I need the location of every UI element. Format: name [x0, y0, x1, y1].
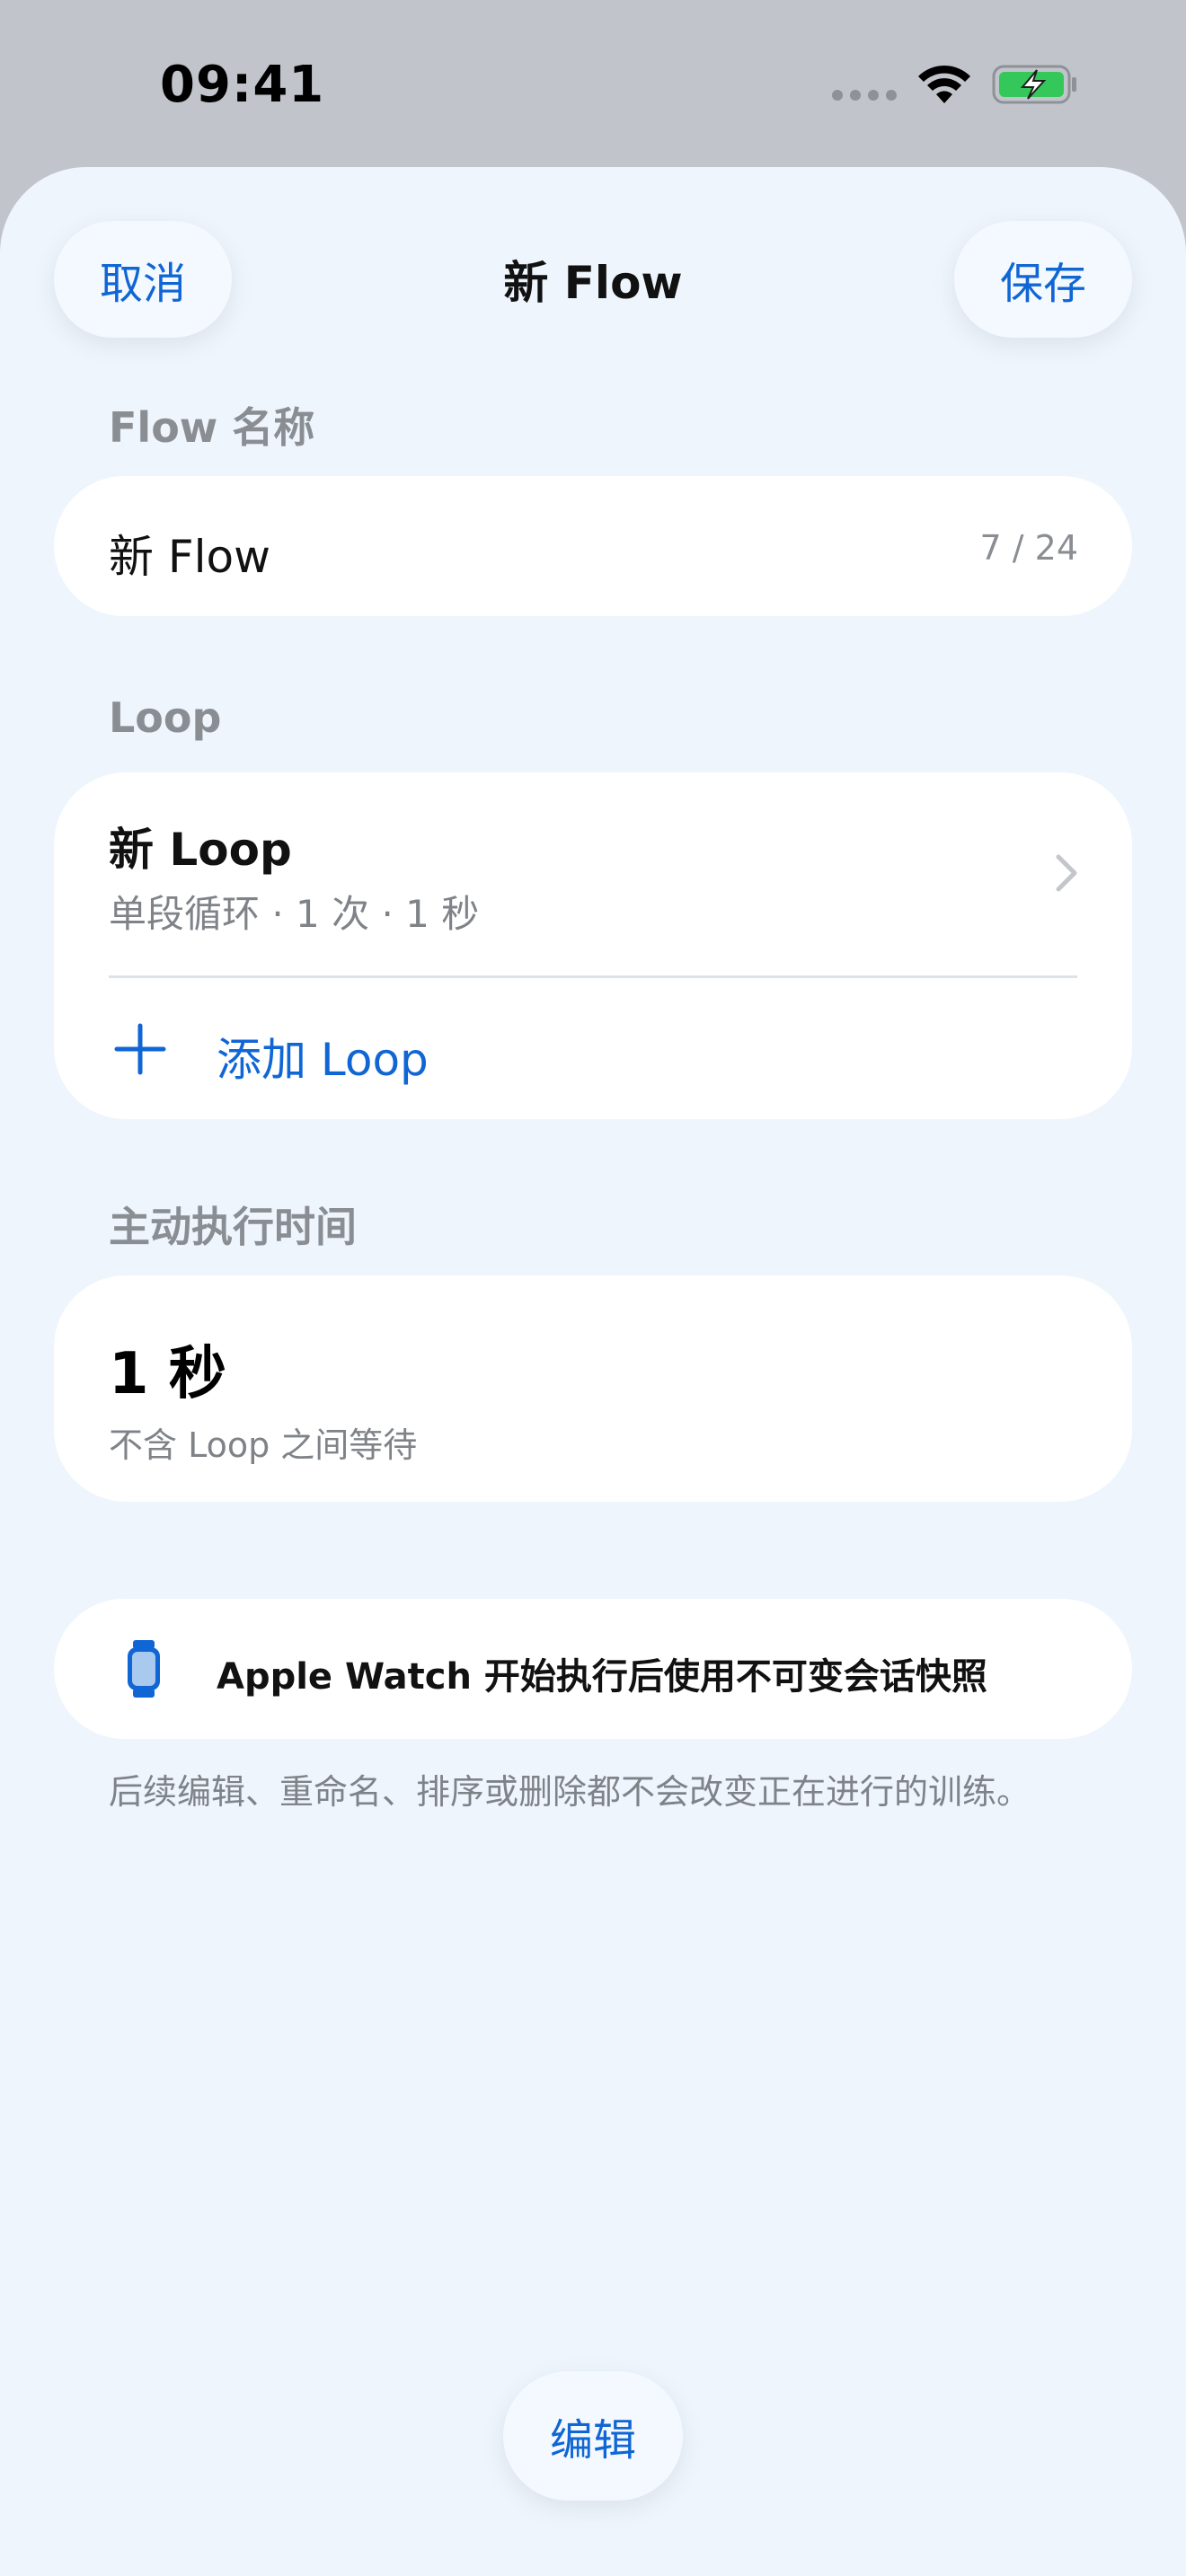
save-button[interactable]: 保存: [954, 221, 1132, 338]
watch-icon: [126, 1640, 162, 1701]
plus-icon: [113, 1022, 167, 1080]
active-time-value: 1 秒: [109, 1341, 226, 1407]
active-time-note: 不含 Loop 之间等待: [109, 1425, 418, 1465]
loop-row[interactable]: 新 Loop 单段循环 · 1 次 · 1 秒: [54, 772, 1132, 975]
divider: [109, 975, 1077, 978]
loop-subtitle: 单段循环 · 1 次 · 1 秒: [109, 892, 480, 936]
add-loop-label: 添加 Loop: [217, 1034, 429, 1086]
active-time-card: 1 秒 不含 Loop 之间等待: [54, 1275, 1132, 1502]
loop-list: 新 Loop 单段循环 · 1 次 · 1 秒 添加 Loop: [54, 772, 1132, 1119]
loop-section-label: Loop: [109, 693, 222, 742]
chevron-right-icon: [1055, 853, 1078, 896]
watch-notice-footnote: 后续编辑、重命名、排序或删除都不会改变正在进行的训练。: [109, 1772, 1031, 1812]
status-icons: [832, 63, 1078, 110]
page-title: 新 Flow: [503, 257, 683, 309]
signal-icon: [832, 90, 897, 101]
sheet: 取消 新 Flow 保存 Flow 名称 新 Flow 7 / 24 Loop …: [0, 167, 1186, 2576]
flow-name-section-label: Flow 名称: [109, 403, 315, 452]
character-count: 7 / 24: [979, 528, 1079, 568]
loop-title: 新 Loop: [109, 824, 292, 876]
wifi-icon: [916, 64, 972, 109]
flow-name-value[interactable]: 新 Flow: [109, 521, 270, 586]
status-bar: 09:41: [0, 0, 1186, 171]
add-loop-button[interactable]: 添加 Loop: [54, 979, 1132, 1119]
watch-notice-text: Apple Watch 开始执行后使用不可变会话快照: [217, 1656, 987, 1698]
battery-charging-icon: [992, 63, 1078, 110]
status-time: 09:41: [160, 56, 325, 114]
watch-notice-card: Apple Watch 开始执行后使用不可变会话快照: [54, 1599, 1132, 1739]
active-time-section-label: 主动执行时间: [109, 1203, 357, 1251]
edit-button[interactable]: 编辑: [503, 2371, 683, 2501]
flow-name-field[interactable]: 新 Flow 7 / 24: [54, 476, 1132, 616]
cancel-button[interactable]: 取消: [54, 221, 232, 338]
